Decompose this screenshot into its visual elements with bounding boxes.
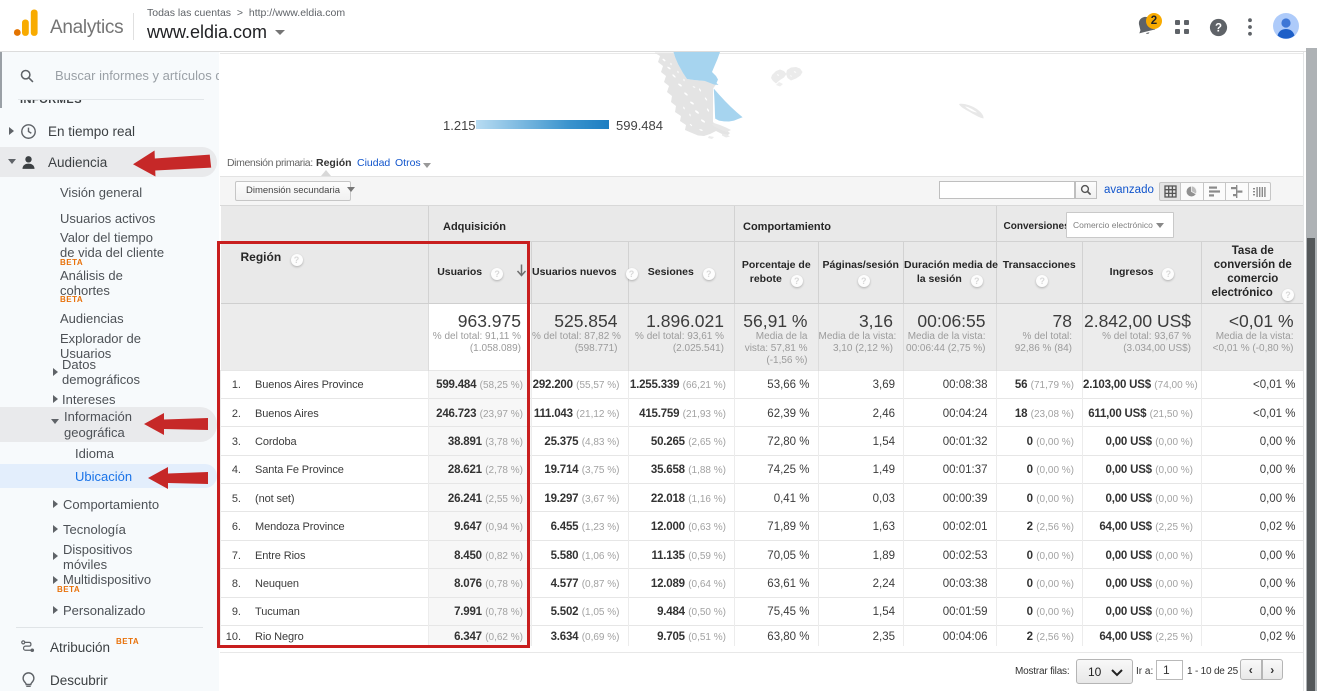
svg-text:?: ? xyxy=(1215,23,1222,35)
